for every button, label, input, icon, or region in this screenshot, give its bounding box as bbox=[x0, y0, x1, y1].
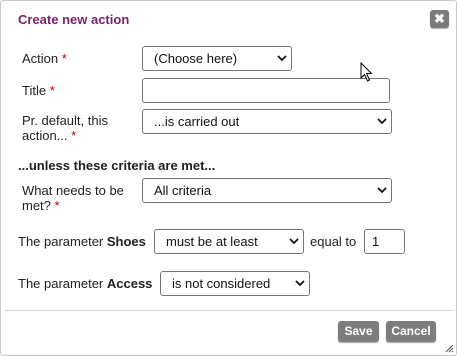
close-button[interactable]: ✖ bbox=[430, 10, 449, 28]
create-action-dialog: Create new action ✖ Action * (Choose her… bbox=[0, 0, 457, 356]
chevron-down-icon bbox=[377, 187, 387, 194]
access-param-label: The parameter Access bbox=[18, 276, 152, 291]
needs-label-line2: met? bbox=[22, 198, 51, 213]
footer-divider bbox=[5, 310, 454, 311]
shoes-param-name: Shoes bbox=[106, 234, 146, 249]
access-param-name: Access bbox=[106, 276, 153, 291]
needs-label: What needs to be met? * bbox=[22, 183, 124, 213]
default-label-line2: action... bbox=[22, 128, 68, 143]
chevron-down-icon bbox=[277, 55, 287, 62]
dialog-title: Create new action bbox=[18, 12, 130, 27]
chevron-down-icon bbox=[377, 118, 387, 125]
access-operator-value: is not considered bbox=[172, 276, 271, 291]
action-label-text: Action bbox=[22, 51, 59, 66]
access-param-prefix: The parameter bbox=[18, 276, 107, 291]
chevron-down-icon bbox=[295, 280, 305, 287]
mouse-cursor-icon bbox=[360, 62, 373, 82]
default-select-value: ...is carried out bbox=[154, 114, 240, 129]
needs-select[interactable]: All criteria bbox=[142, 178, 392, 203]
chevron-down-icon bbox=[289, 238, 299, 245]
needs-label-line1: What needs to be bbox=[22, 183, 124, 198]
required-marker: * bbox=[49, 83, 55, 98]
shoes-param-label: The parameter Shoes bbox=[18, 234, 146, 249]
title-label: Title * bbox=[22, 83, 55, 98]
default-label: Pr. default, this action... * bbox=[22, 113, 108, 143]
shoes-param-prefix: The parameter bbox=[18, 234, 107, 249]
criteria-heading: ...unless these criteria are met... bbox=[18, 158, 216, 173]
required-marker: * bbox=[54, 198, 60, 213]
action-select-value: (Choose here) bbox=[154, 51, 238, 66]
close-icon: ✖ bbox=[434, 11, 445, 26]
title-label-text: Title bbox=[22, 83, 47, 98]
default-select[interactable]: ...is carried out bbox=[142, 109, 392, 134]
required-marker: * bbox=[71, 128, 77, 143]
needs-select-value: All criteria bbox=[154, 183, 212, 198]
shoes-operator-select[interactable]: must be at least bbox=[154, 229, 304, 254]
access-operator-select[interactable]: is not considered bbox=[160, 271, 310, 296]
resize-grip-icon[interactable] bbox=[444, 343, 454, 353]
equal-to-label: equal to bbox=[310, 234, 357, 249]
action-select[interactable]: (Choose here) bbox=[142, 46, 292, 71]
shoes-value-input[interactable]: 1 bbox=[364, 229, 405, 254]
required-marker: * bbox=[61, 51, 67, 66]
default-label-line1: Pr. default, this bbox=[22, 113, 108, 128]
shoes-operator-value: must be at least bbox=[166, 234, 258, 249]
cancel-button[interactable]: Cancel bbox=[386, 321, 436, 342]
action-label: Action * bbox=[22, 51, 67, 66]
save-button[interactable]: Save bbox=[338, 321, 379, 342]
title-input[interactable] bbox=[142, 78, 390, 103]
